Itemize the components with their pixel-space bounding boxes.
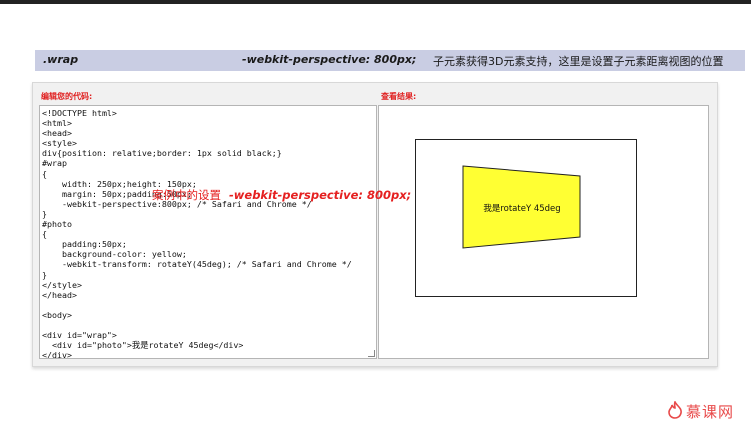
code-text[interactable]: <!DOCTYPE html> <html> <head> <style> di… xyxy=(40,106,376,358)
top-bar xyxy=(0,0,751,4)
header-description: 子元素获得3D元素支持，这里是设置子元素距离视图的位置 xyxy=(433,55,724,68)
wrap-div: 我是rotateY 45deg xyxy=(415,139,637,297)
annotation-overlay: 案例中的设置 -webkit-perspective: 800px; xyxy=(152,187,411,203)
header-property: -webkit-perspective: 800px; xyxy=(242,53,417,66)
logo-text: 慕课网 xyxy=(686,403,735,421)
editor-title: 编辑您的代码: xyxy=(41,92,93,101)
annotation-property: -webkit-perspective: 800px; xyxy=(229,188,412,202)
code-editor[interactable]: <!DOCTYPE html> <html> <head> <style> di… xyxy=(39,105,377,359)
flame-logo-icon xyxy=(668,401,682,419)
tryit-panel: 编辑您的代码: 查看结果: <!DOCTYPE html> <html> <he… xyxy=(32,82,718,367)
rotated-photo-div xyxy=(462,165,581,249)
property-header: .wrap -webkit-perspective: 800px; 子元素获得3… xyxy=(35,50,745,71)
imooc-logo: 慕课网 xyxy=(667,399,747,423)
header-selector: .wrap xyxy=(43,53,79,66)
result-title: 查看结果: xyxy=(381,92,417,101)
result-frame: 我是rotateY 45deg xyxy=(378,105,709,359)
annotation-label: 案例中的设置 xyxy=(152,188,221,202)
photo-text: 我是rotateY 45deg xyxy=(483,204,561,214)
resize-handle[interactable] xyxy=(368,350,375,357)
